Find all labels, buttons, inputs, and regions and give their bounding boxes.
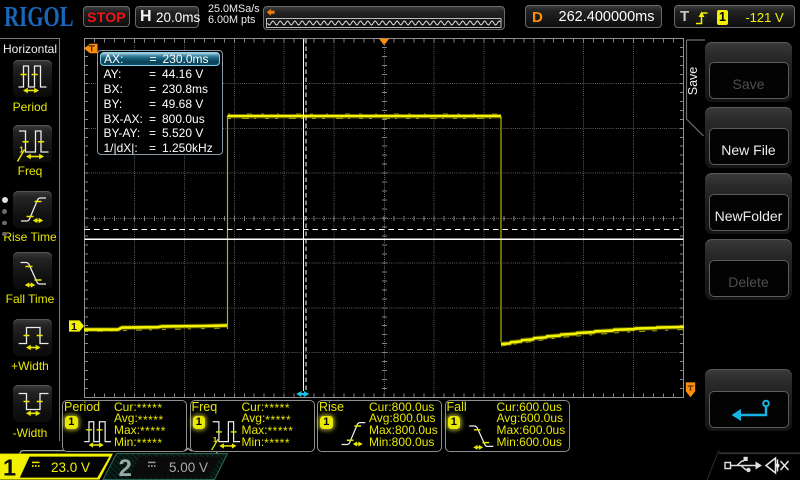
svg-text:1: 1: [3, 455, 16, 480]
svg-text:1: 1: [71, 321, 77, 333]
svg-text:5.00 V: 5.00 V: [169, 460, 208, 475]
svg-text:2: 2: [119, 455, 132, 480]
svg-text:23.0 V: 23.0 V: [51, 460, 90, 475]
